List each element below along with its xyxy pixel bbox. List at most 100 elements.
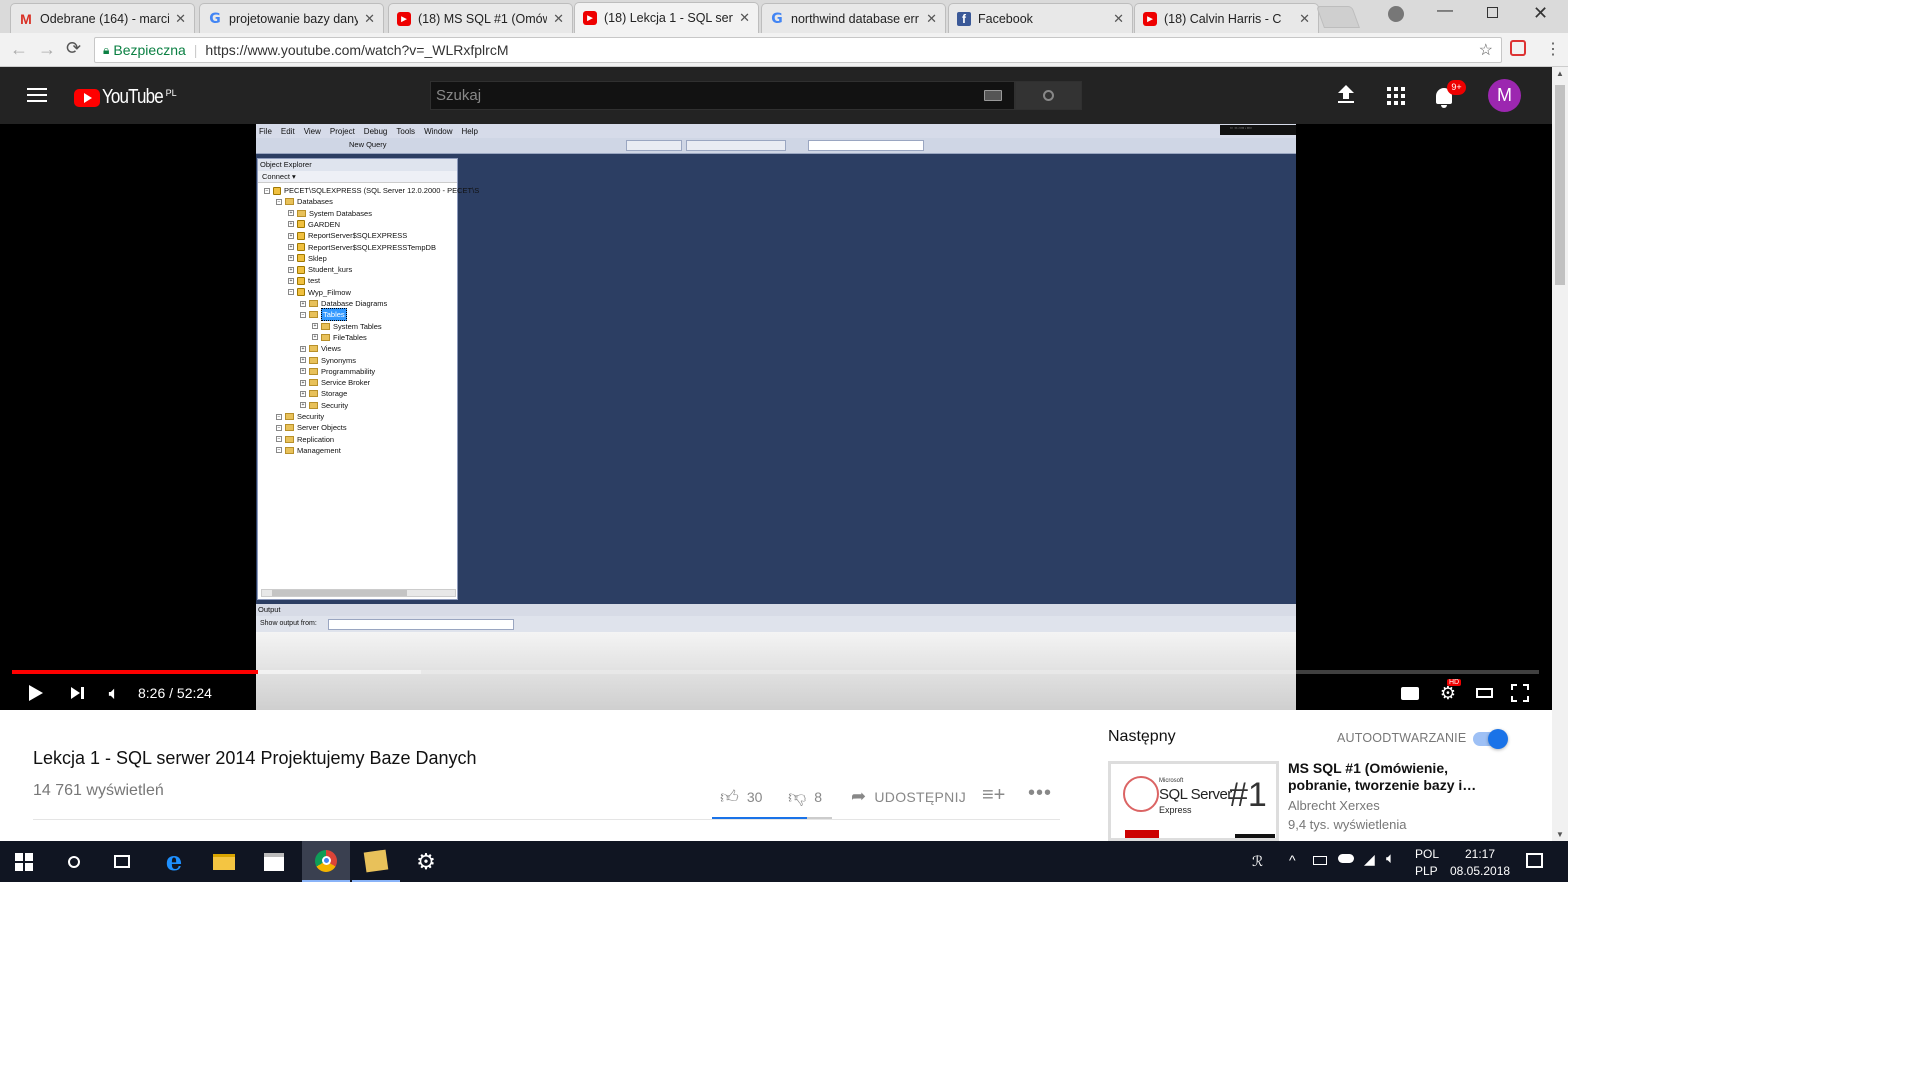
tree-node: + System Databases [288, 208, 372, 219]
youtube-logo[interactable]: YouTube PL [74, 86, 177, 109]
expand-icon: + [300, 379, 306, 386]
profile-icon[interactable] [1388, 6, 1404, 22]
minimize-icon[interactable]: — [1437, 2, 1453, 20]
search-button[interactable] [1015, 81, 1082, 110]
theater-mode-icon[interactable] [1474, 679, 1494, 707]
expand-icon: + [288, 255, 294, 262]
restore-icon[interactable] [1487, 7, 1498, 18]
tab[interactable]: M Odebrane (164) - marci ✕ [10, 3, 195, 33]
google-icon: G [209, 10, 221, 27]
youtube-icon: ▶ [583, 11, 597, 25]
folder-icon [309, 390, 318, 398]
onedrive-cloud-icon[interactable] [1338, 854, 1354, 863]
like-button[interactable]: 👍︎ 30 [720, 786, 762, 808]
next-video-icon[interactable] [66, 679, 88, 707]
play-icon[interactable] [22, 679, 50, 707]
upload-icon[interactable] [1337, 85, 1355, 105]
video-player[interactable]: File Edit View Project Debug Tools Window Help … [0, 124, 1552, 710]
close-tab-icon[interactable]: ✕ [553, 11, 564, 27]
tree-node: + ReportServer$SQLEXPRESS [288, 230, 407, 241]
tree-node: + Sklep [288, 253, 327, 264]
extension-icon[interactable] [1510, 40, 1526, 56]
close-tab-icon[interactable]: ✕ [1113, 11, 1124, 27]
clock[interactable]: 21:17 08.05.2018 [1450, 846, 1510, 880]
action-center-icon[interactable] [1526, 853, 1543, 868]
expand-icon: + [300, 300, 306, 307]
facebook-icon: f [957, 11, 971, 26]
store-icon[interactable] [250, 841, 298, 882]
object-explorer-panel: Object Explorer Connect ▾ − PECET\SQLEXPR… [257, 158, 479, 600]
dislike-button[interactable]: 👎︎ 8 [788, 786, 822, 808]
address-bar-row: ← → ⟳ 🔒︎ Bezpieczna | https://www.youtub… [0, 33, 1568, 67]
add-to-playlist-icon[interactable]: ≡+ [982, 785, 1005, 805]
avatar[interactable]: M [1488, 79, 1521, 112]
close-tab-icon[interactable]: ✕ [1299, 11, 1310, 27]
fullscreen-icon[interactable] [1510, 679, 1530, 707]
tree-node-label: ReportServer$SQLEXPRESS [308, 231, 408, 241]
chrome-taskbar-icon[interactable] [302, 841, 350, 882]
share-button[interactable]: ➦ UDOSTĘPNIJ [851, 786, 966, 807]
more-actions-icon[interactable]: ••• [1028, 782, 1052, 805]
lock-icon: 🔒︎ [103, 42, 110, 57]
folder-icon [297, 209, 306, 217]
forward-icon[interactable]: → [38, 39, 56, 60]
folder-icon [309, 356, 318, 364]
search-input[interactable]: Szukaj [430, 81, 1015, 110]
progress-bar[interactable] [12, 670, 1539, 674]
tab[interactable]: ▶ (18) Calvin Harris - C ✕ [1134, 3, 1319, 33]
expand-icon: + [300, 390, 306, 397]
file-explorer-icon[interactable] [200, 841, 248, 882]
tab[interactable]: f Facebook ✕ [948, 3, 1133, 33]
close-tab-icon[interactable]: ✕ [175, 11, 186, 27]
guide-menu-icon[interactable] [27, 88, 47, 102]
tree-node-label: Service Broker [321, 378, 371, 388]
start-windows-icon[interactable] [0, 841, 48, 882]
apps-grid-icon[interactable] [1387, 87, 1405, 105]
wifi-icon[interactable]: ◢ [1364, 851, 1375, 868]
edge-icon[interactable]: e [150, 841, 198, 882]
close-tab-icon[interactable]: ✕ [739, 10, 750, 26]
battery-icon[interactable] [1313, 856, 1327, 865]
close-window-icon[interactable]: ✕ [1533, 3, 1548, 24]
tab[interactable]: ▶ (18) Lekcja 1 - SQL serw ✕ [574, 2, 759, 33]
video-info-area: Lekcja 1 - SQL serwer 2014 Projektujemy … [0, 710, 1552, 841]
close-tab-icon[interactable]: ✕ [926, 11, 937, 27]
tree-node-label: PECET\SQLEXPRESS (SQL Server 12.0.2000 -… [284, 186, 480, 195]
tab[interactable]: ▶ (18) MS SQL #1 (Omów ✕ [388, 3, 573, 33]
keyboard-icon[interactable] [984, 90, 1002, 101]
youtube-icon: ▶ [1143, 11, 1157, 26]
subtitles-icon[interactable] [1399, 679, 1421, 707]
tree-node: − Replication [276, 434, 334, 445]
show-hidden-icons-icon[interactable]: ^ [1289, 852, 1296, 868]
settings-icon[interactable]: ⚙︎ [402, 841, 450, 882]
hd-badge: HD [1447, 679, 1462, 686]
share-arrow-icon: ➦ [851, 786, 867, 806]
speaker-icon[interactable]: 🔈︎ [1386, 850, 1395, 867]
tree-node: + ReportServer$SQLEXPRESSTempDB [288, 242, 436, 253]
url-field[interactable]: 🔒︎ Bezpieczna | https://www.youtube.com/… [94, 37, 1502, 63]
video-frame[interactable]: File Edit View Project Debug Tools Window Help … [256, 124, 1296, 710]
expand-icon: − [276, 198, 282, 205]
next-video-title[interactable]: MS SQL #1 (Omówienie, pobranie, tworzeni… [1288, 760, 1478, 794]
input-language[interactable]: POL PLP [1415, 846, 1439, 880]
next-video-thumbnail[interactable]: Microsoft SQL Server Express #1 [1108, 761, 1279, 841]
new-tab-button[interactable] [1315, 6, 1361, 28]
autoplay-toggle[interactable] [1473, 729, 1508, 749]
expand-icon: − [288, 289, 294, 296]
reload-icon[interactable]: ⟳ [66, 38, 81, 59]
back-icon[interactable]: ← [10, 39, 28, 60]
tab[interactable]: Gprojetowanie bazy dany ✕ [199, 3, 384, 33]
chrome-menu-icon[interactable]: ⋮ [1545, 39, 1561, 59]
tab[interactable]: Gnorthwind database err ✕ [761, 3, 946, 33]
sql-tools-icon[interactable] [352, 841, 400, 882]
page-scrollbar[interactable]: ▲ ▼ [1552, 67, 1568, 841]
next-video-channel[interactable]: Albrecht Xerxes [1288, 798, 1380, 813]
task-view-icon[interactable] [98, 841, 146, 882]
close-tab-icon[interactable]: ✕ [364, 11, 375, 27]
search-icon[interactable] [50, 841, 98, 882]
people-icon[interactable]: ℛ [1252, 853, 1263, 870]
bookmark-star-icon[interactable]: ☆ [1479, 40, 1493, 60]
volume-icon[interactable]: 🔈︎ [102, 679, 126, 707]
database-icon [273, 186, 281, 195]
thumbs-down-icon: 👎︎ [788, 787, 807, 807]
